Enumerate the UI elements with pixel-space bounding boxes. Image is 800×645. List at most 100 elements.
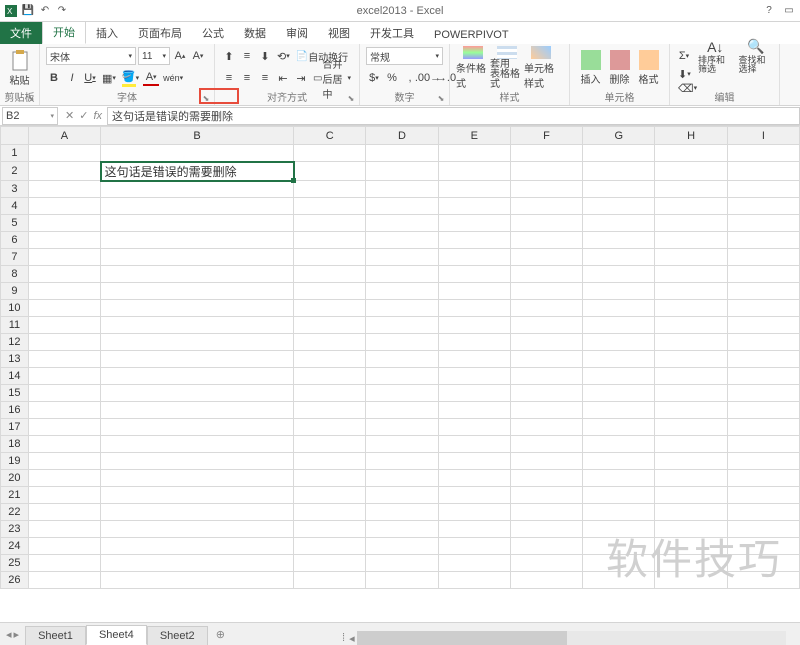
tab-formulas[interactable]: 公式 bbox=[192, 22, 234, 44]
col-header-I[interactable]: I bbox=[727, 127, 799, 145]
tab-view[interactable]: 视图 bbox=[318, 22, 360, 44]
cell[interactable] bbox=[510, 317, 582, 334]
cell[interactable] bbox=[294, 317, 366, 334]
cell[interactable] bbox=[366, 198, 438, 215]
cell[interactable] bbox=[583, 334, 655, 351]
cell-styles-button[interactable]: 单元格样式 bbox=[524, 46, 558, 90]
cell[interactable] bbox=[583, 436, 655, 453]
cell[interactable] bbox=[28, 162, 100, 181]
cell[interactable] bbox=[727, 283, 799, 300]
increase-indent-icon[interactable]: ⇥ bbox=[293, 70, 309, 86]
cell[interactable] bbox=[28, 470, 100, 487]
cell[interactable] bbox=[438, 402, 510, 419]
cell[interactable] bbox=[28, 334, 100, 351]
cell[interactable] bbox=[366, 470, 438, 487]
row-header[interactable]: 26 bbox=[1, 572, 29, 589]
cell[interactable] bbox=[655, 538, 727, 555]
cell[interactable] bbox=[101, 145, 294, 162]
cell[interactable] bbox=[294, 521, 366, 538]
fx-icon[interactable]: fx bbox=[93, 110, 102, 122]
cell[interactable] bbox=[101, 283, 294, 300]
cell[interactable] bbox=[438, 385, 510, 402]
cell[interactable] bbox=[366, 436, 438, 453]
format-table-button[interactable]: 套用 表格格式 bbox=[490, 46, 524, 90]
row-header[interactable]: 14 bbox=[1, 368, 29, 385]
row-header[interactable]: 20 bbox=[1, 470, 29, 487]
cell[interactable] bbox=[510, 385, 582, 402]
tab-home[interactable]: 开始 bbox=[42, 20, 86, 44]
cell[interactable] bbox=[583, 521, 655, 538]
cell[interactable] bbox=[438, 317, 510, 334]
cell[interactable] bbox=[28, 419, 100, 436]
cell[interactable] bbox=[583, 538, 655, 555]
cell[interactable] bbox=[727, 555, 799, 572]
cell[interactable] bbox=[366, 266, 438, 283]
cell[interactable] bbox=[294, 300, 366, 317]
cell[interactable] bbox=[28, 453, 100, 470]
cell[interactable] bbox=[101, 266, 294, 283]
align-left-icon[interactable]: ≡ bbox=[221, 70, 237, 86]
row-header[interactable]: 5 bbox=[1, 215, 29, 232]
cell[interactable] bbox=[101, 181, 294, 198]
cell[interactable] bbox=[294, 453, 366, 470]
cell[interactable] bbox=[655, 249, 727, 266]
cell[interactable] bbox=[366, 215, 438, 232]
cell[interactable] bbox=[101, 249, 294, 266]
font-name-select[interactable]: 宋体▾ bbox=[46, 47, 136, 65]
name-box[interactable]: B2▾ bbox=[2, 107, 58, 125]
ribbon-options-icon[interactable]: ▭ bbox=[782, 4, 796, 18]
cell[interactable] bbox=[294, 198, 366, 215]
enter-icon[interactable]: ✓ bbox=[79, 109, 88, 122]
cell[interactable] bbox=[438, 572, 510, 589]
cell[interactable] bbox=[583, 555, 655, 572]
cell[interactable] bbox=[366, 283, 438, 300]
cell[interactable] bbox=[101, 419, 294, 436]
cell[interactable] bbox=[28, 283, 100, 300]
cell[interactable] bbox=[727, 521, 799, 538]
cell[interactable] bbox=[366, 232, 438, 249]
cell[interactable] bbox=[366, 334, 438, 351]
cell[interactable] bbox=[583, 487, 655, 504]
cell[interactable] bbox=[727, 487, 799, 504]
help-icon[interactable]: ? bbox=[762, 4, 776, 18]
cell[interactable] bbox=[438, 198, 510, 215]
cell[interactable] bbox=[366, 368, 438, 385]
number-launcher-icon[interactable]: ⬊ bbox=[436, 93, 446, 103]
decrease-indent-icon[interactable]: ⇤ bbox=[275, 70, 291, 86]
cell[interactable] bbox=[294, 145, 366, 162]
row-header[interactable]: 15 bbox=[1, 385, 29, 402]
cell[interactable] bbox=[294, 572, 366, 589]
cell[interactable] bbox=[727, 504, 799, 521]
cell[interactable] bbox=[655, 385, 727, 402]
cell[interactable] bbox=[510, 419, 582, 436]
cell[interactable] bbox=[28, 232, 100, 249]
row-header[interactable]: 25 bbox=[1, 555, 29, 572]
cell[interactable] bbox=[655, 351, 727, 368]
row-header[interactable]: 16 bbox=[1, 402, 29, 419]
cell[interactable] bbox=[438, 334, 510, 351]
cell[interactable] bbox=[727, 300, 799, 317]
cell[interactable] bbox=[101, 402, 294, 419]
cell[interactable] bbox=[294, 470, 366, 487]
format-cells-button[interactable]: 格式 bbox=[634, 46, 663, 90]
cell[interactable] bbox=[583, 317, 655, 334]
tab-data[interactable]: 数据 bbox=[234, 22, 276, 44]
cell[interactable] bbox=[655, 572, 727, 589]
conditional-format-button[interactable]: 条件格式 bbox=[456, 46, 490, 90]
cell[interactable] bbox=[438, 145, 510, 162]
cell[interactable] bbox=[294, 419, 366, 436]
increase-decimal-icon[interactable]: .00→ bbox=[420, 70, 436, 86]
sheet-prev-icon[interactable]: ◂ bbox=[6, 628, 12, 641]
cell[interactable] bbox=[727, 162, 799, 181]
align-bottom-icon[interactable]: ⬇ bbox=[257, 48, 273, 64]
horizontal-scrollbar[interactable]: ⁞◂ bbox=[340, 631, 786, 645]
row-header[interactable]: 10 bbox=[1, 300, 29, 317]
cell[interactable] bbox=[28, 249, 100, 266]
col-header-F[interactable]: F bbox=[510, 127, 582, 145]
cell[interactable] bbox=[28, 181, 100, 198]
row-header[interactable]: 8 bbox=[1, 266, 29, 283]
cell[interactable] bbox=[366, 385, 438, 402]
cell[interactable] bbox=[438, 470, 510, 487]
alignment-launcher-icon[interactable]: ⬊ bbox=[346, 93, 356, 103]
cell[interactable] bbox=[101, 351, 294, 368]
